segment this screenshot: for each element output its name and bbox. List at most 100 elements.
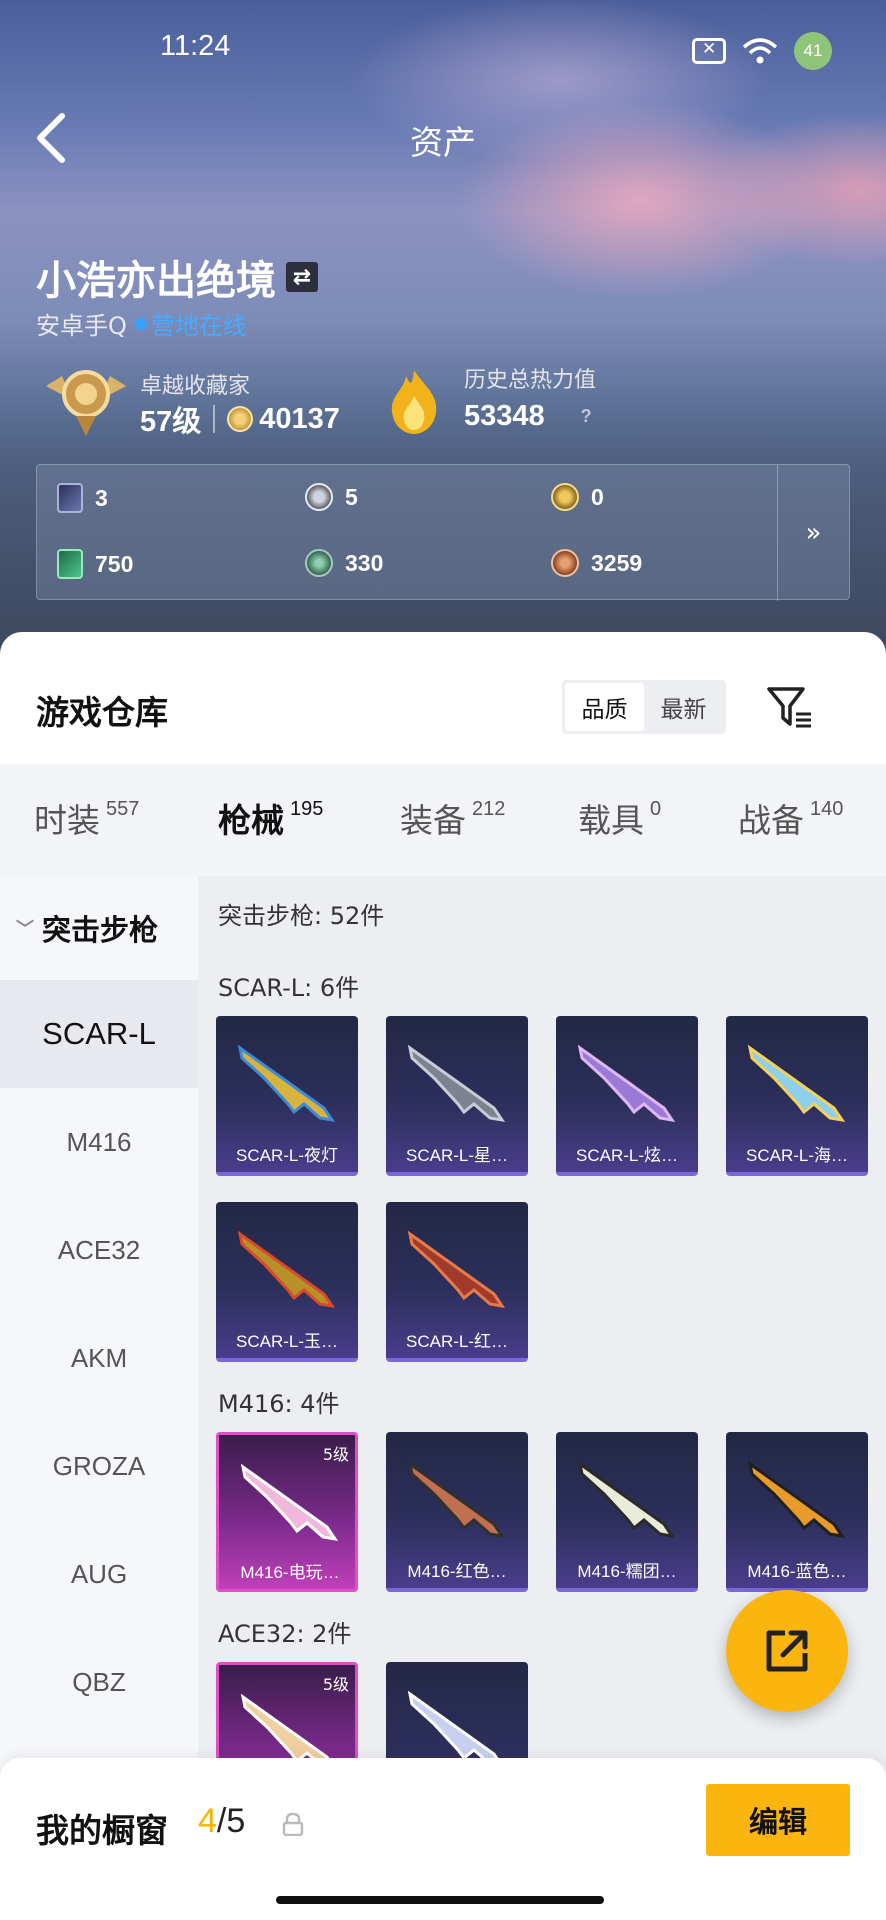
- tab-count: 140: [810, 798, 844, 820]
- green-orb-icon: [305, 549, 333, 577]
- currency-value: 3259: [591, 549, 643, 576]
- player-subline: 安卓手Q 营地在线: [36, 306, 247, 341]
- ticket-card-icon: [57, 483, 83, 513]
- level-badge: 5级: [322, 1675, 349, 1694]
- showcase-current: 4: [198, 1802, 217, 1840]
- sidebar-item-groza[interactable]: GROZA: [0, 1412, 198, 1520]
- heat-value-row: 53348 ?: [464, 400, 592, 433]
- weapon-name: SCAR-L-炫…: [575, 1146, 678, 1165]
- player-name-text: 小浩亦出绝境: [36, 258, 276, 304]
- tab-label: 载具: [578, 801, 644, 840]
- edit-showcase-button[interactable]: 编辑: [706, 1784, 850, 1856]
- group-title-scar-l: SCAR-L: 6件: [218, 974, 360, 1002]
- rank-level-row: 57级 40137: [140, 398, 340, 440]
- weapon-card[interactable]: 5级 M416-电玩…: [216, 1432, 358, 1592]
- currency-value: 750: [95, 550, 134, 577]
- weapon-card[interactable]: SCAR-L-星…: [386, 1016, 528, 1176]
- rifle-skin-image: [747, 1044, 846, 1123]
- rifle-skin-image: [747, 1460, 846, 1539]
- currency-value: 0: [591, 483, 604, 510]
- sort-toggle: 品质 最新: [562, 680, 726, 734]
- sort-option-quality[interactable]: 品质: [565, 683, 644, 731]
- tab-vehicles[interactable]: 载具 0: [578, 794, 661, 842]
- rifle-skin-image: [577, 1044, 676, 1123]
- currency-value: 3: [95, 484, 108, 511]
- rank-points: 40137: [259, 402, 340, 435]
- tab-supplies[interactable]: 战备 140: [738, 794, 843, 842]
- online-status: 营地在线: [150, 312, 247, 340]
- green-card-icon: [57, 549, 83, 579]
- sidebar-item-ace32[interactable]: ACE32: [0, 1196, 198, 1304]
- sidebar-item-scar-l[interactable]: SCAR-L: [0, 980, 198, 1088]
- weapon-card[interactable]: SCAR-L-炫…: [556, 1016, 698, 1176]
- currency-more-button[interactable]: »: [777, 465, 849, 601]
- tab-count: 557: [106, 798, 140, 820]
- rifle-skin-image: [577, 1460, 676, 1539]
- sidebar-item-qbz[interactable]: QBZ: [0, 1628, 198, 1736]
- platform-label: 安卓手Q: [36, 312, 127, 340]
- showcase-bar: 我的橱窗 4/5 编辑: [0, 1758, 886, 1920]
- lock-icon: [282, 1812, 304, 1836]
- showcase-count: 4/5: [198, 1802, 245, 1841]
- rifle-skin-image: [240, 1463, 339, 1542]
- status-bar: 11:24 41: [0, 0, 886, 96]
- sidebar-group-assault-rifles[interactable]: ﹀ 突击步枪: [0, 876, 198, 980]
- rifle-skin-image: [407, 1460, 506, 1539]
- weapon-name: SCAR-L-星…: [405, 1146, 508, 1165]
- rank-badge-icon: [46, 370, 126, 436]
- weapon-card[interactable]: M416-红色…: [386, 1432, 528, 1592]
- weapon-name: SCAR-L-海…: [745, 1146, 848, 1165]
- status-icons: 41: [692, 32, 832, 70]
- weapon-name: M416-电玩…: [240, 1563, 340, 1582]
- showcase-separator: /: [216, 1802, 227, 1840]
- sidebar-item-akm[interactable]: AKM: [0, 1304, 198, 1412]
- weapon-name: M416-糯团…: [577, 1562, 677, 1581]
- tab-count: 0: [650, 798, 662, 820]
- rifle-skin-image: [407, 1044, 506, 1123]
- category-tabs: 时装 557 枪械 195 装备 212 载具 0 战备 140: [0, 764, 886, 876]
- sidebar-item-m416[interactable]: M416: [0, 1088, 198, 1196]
- weapon-name: SCAR-L-玉…: [235, 1332, 338, 1351]
- wifi-icon: [742, 38, 778, 64]
- currency-panel: 3 5 0 750 330 3259 »: [36, 464, 850, 601]
- weapon-card[interactable]: SCAR-L-夜灯: [216, 1016, 358, 1176]
- silver-token-icon: [305, 483, 333, 511]
- weapon-card[interactable]: SCAR-L-玉…: [216, 1202, 358, 1362]
- help-icon[interactable]: ?: [581, 406, 592, 427]
- chevron-down-icon: ﹀: [16, 919, 34, 940]
- warehouse-panel: 游戏仓库 品质 最新 时装 557 枪械 195 装备 212 载具 0 战备 …: [0, 632, 886, 1920]
- currency-item: 3259: [551, 549, 642, 577]
- online-dot-icon: [134, 317, 147, 330]
- showcase-label: 我的橱窗: [36, 1811, 168, 1850]
- weapon-name: SCAR-L-夜灯: [235, 1146, 338, 1165]
- tab-label: 装备: [400, 801, 466, 840]
- flame-icon: [391, 370, 437, 434]
- divider: [213, 405, 216, 433]
- tab-outfits[interactable]: 时装 557: [34, 794, 139, 842]
- filter-icon[interactable]: [766, 684, 814, 730]
- share-export-icon: [766, 1630, 808, 1672]
- tab-equipment[interactable]: 装备 212: [400, 794, 505, 842]
- sidebar-item-aug[interactable]: AUG: [0, 1520, 198, 1628]
- weapon-name: M416-蓝色…: [747, 1562, 847, 1581]
- weapon-card[interactable]: M416-糯团…: [556, 1432, 698, 1592]
- currency-item: 5: [305, 483, 358, 511]
- tab-firearms[interactable]: 枪械 195: [218, 794, 323, 842]
- sidebar-group-label: 突击步枪: [42, 913, 159, 947]
- weapon-card[interactable]: SCAR-L-海…: [726, 1016, 868, 1176]
- group-title-ace32: ACE32: 2件: [218, 1620, 352, 1648]
- level-badge: 5级: [322, 1445, 349, 1464]
- player-name: 小浩亦出绝境 ⇄: [36, 248, 318, 306]
- currency-item: 0: [551, 483, 604, 511]
- currency-value: 330: [345, 549, 384, 576]
- weapon-name: SCAR-L-红…: [405, 1332, 508, 1351]
- currency-value: 5: [345, 483, 358, 510]
- sort-option-newest[interactable]: 最新: [644, 683, 723, 731]
- weapon-card[interactable]: SCAR-L-红…: [386, 1202, 528, 1362]
- weapon-card[interactable]: M416-蓝色…: [726, 1432, 868, 1592]
- tab-count: 212: [472, 798, 506, 820]
- status-time: 11:24: [160, 30, 231, 62]
- tab-label: 战备: [738, 801, 804, 840]
- share-fab-button[interactable]: [726, 1590, 848, 1712]
- swap-account-icon[interactable]: ⇄: [286, 262, 318, 292]
